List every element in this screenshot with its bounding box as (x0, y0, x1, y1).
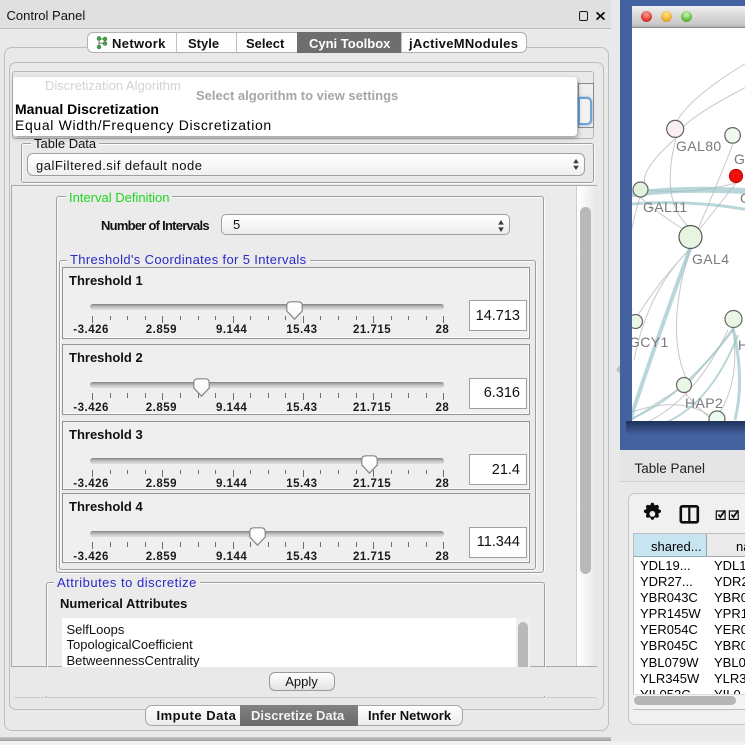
svg-text:GAL80: GAL80 (676, 138, 722, 154)
svg-text:C: C (740, 190, 745, 206)
svg-text:GCY1: GCY1 (632, 334, 669, 350)
svg-text:GAL4: GAL4 (692, 251, 729, 267)
svg-text:H: H (738, 337, 745, 353)
svg-text:GA: GA (734, 151, 745, 167)
svg-text:HAP2: HAP2 (685, 395, 723, 411)
svg-text:GAL11: GAL11 (643, 199, 688, 215)
